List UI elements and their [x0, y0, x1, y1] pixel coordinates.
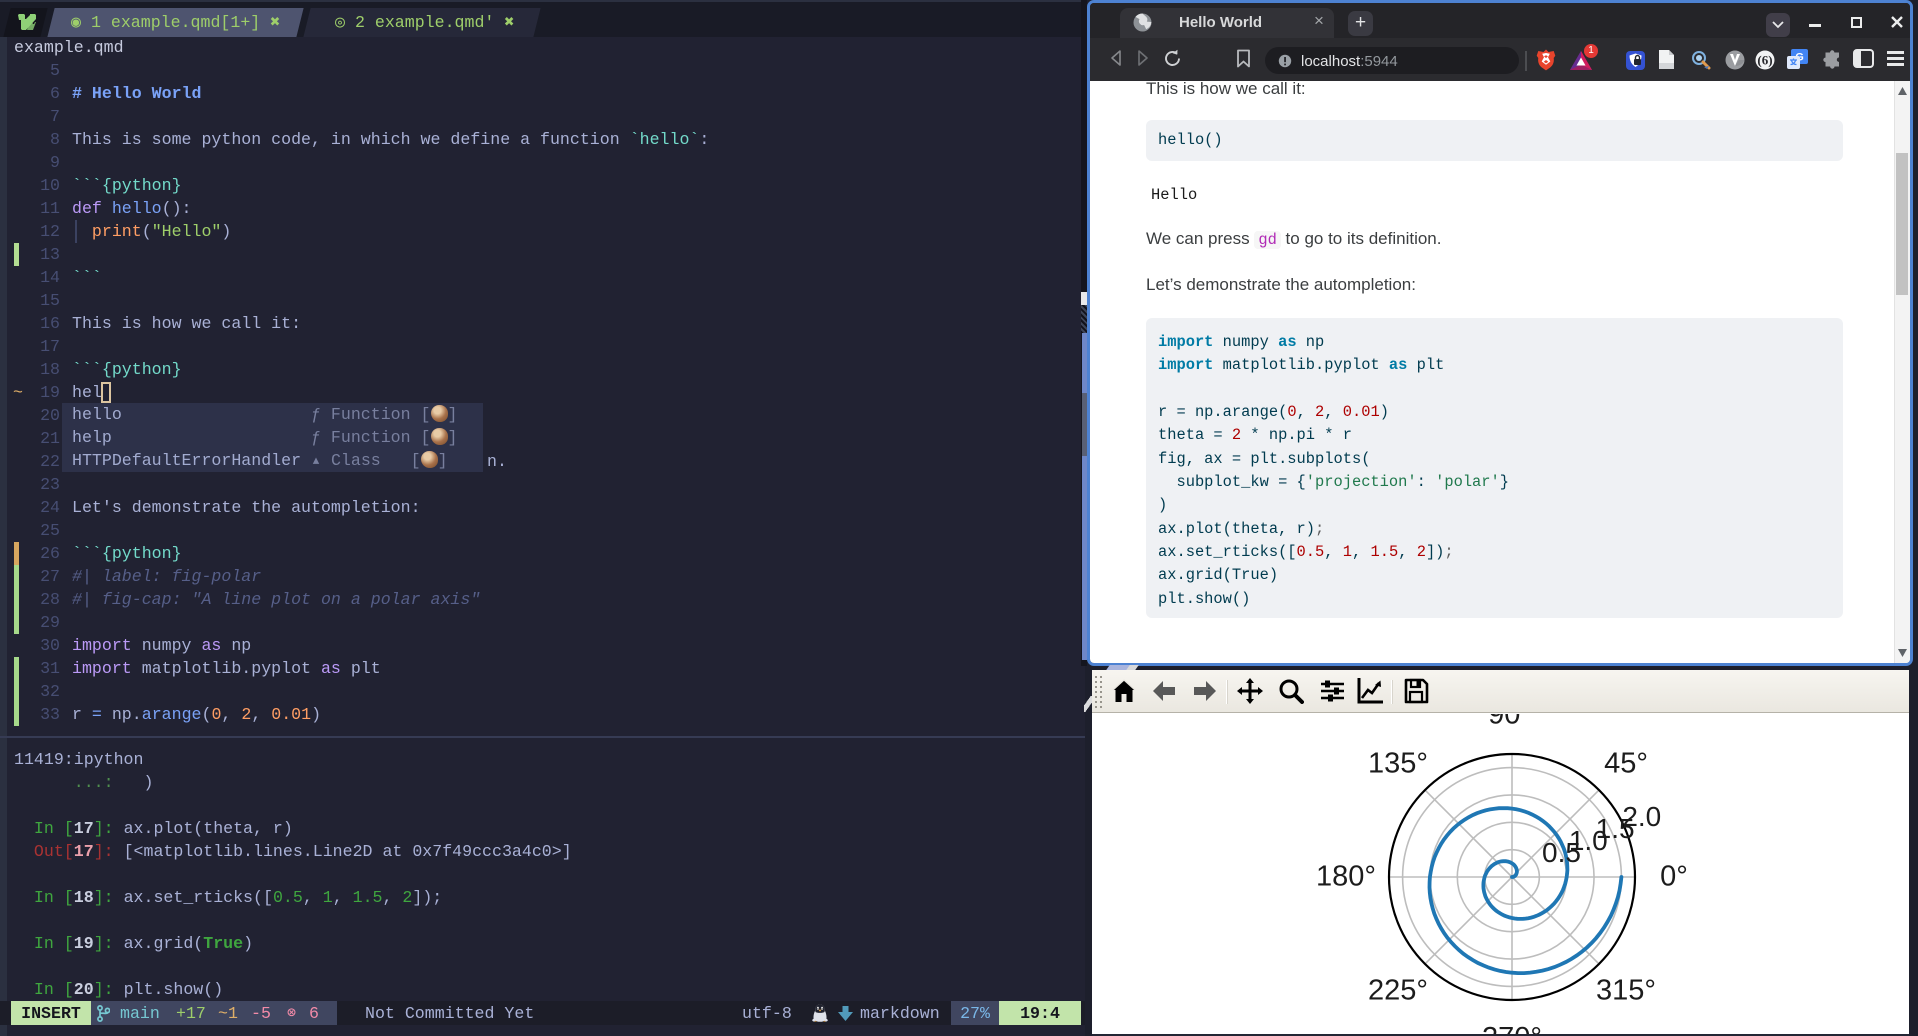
svg-text:90°: 90° [1488, 714, 1532, 731]
svg-text:0°: 0° [1660, 861, 1688, 893]
svg-text:180°: 180° [1316, 861, 1376, 893]
svg-text:315°: 315° [1596, 975, 1656, 1007]
svg-text:(6): (6) [1757, 53, 1772, 68]
svg-text:135°: 135° [1368, 748, 1428, 780]
svg-text:2.0: 2.0 [1622, 801, 1661, 832]
svg-text:225°: 225° [1368, 975, 1428, 1007]
svg-text:45°: 45° [1604, 748, 1648, 780]
